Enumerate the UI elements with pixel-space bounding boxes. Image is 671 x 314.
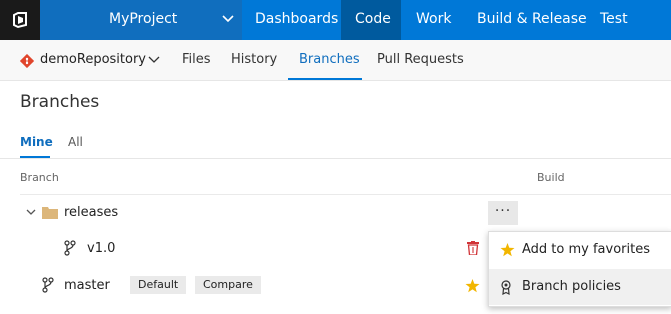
vsts-logo-icon — [13, 12, 27, 29]
divider — [20, 194, 671, 195]
more-actions-button[interactable]: ··· — [488, 201, 518, 225]
tab-branches[interactable]: Branches — [299, 52, 360, 67]
project-selector[interactable]: MyProject — [40, 0, 242, 40]
column-header-branch[interactable]: Branch — [20, 171, 59, 184]
nav-code[interactable]: Code — [355, 11, 391, 27]
default-badge: Default — [130, 276, 187, 294]
nav-work[interactable]: Work — [416, 11, 451, 27]
chevron-down-icon[interactable] — [148, 56, 160, 64]
context-menu: Add to my favorites Branch policies — [488, 231, 671, 307]
nav-test[interactable]: Test — [600, 11, 628, 27]
nav-build-release[interactable]: Build & Release — [477, 11, 587, 27]
menu-item-branch-policies[interactable]: Branch policies — [489, 269, 671, 305]
tab-files[interactable]: Files — [182, 52, 211, 67]
policy-icon — [501, 280, 511, 295]
menu-item-label: Branch policies — [522, 279, 621, 294]
menu-item-label: Add to my favorites — [522, 242, 650, 257]
branch-icon — [64, 240, 76, 256]
column-header-build[interactable]: Build — [537, 171, 565, 184]
pivot-all[interactable]: All — [68, 135, 83, 149]
nav-dashboards[interactable]: Dashboards — [255, 11, 338, 27]
git-repo-icon — [20, 54, 34, 68]
active-tab-indicator — [288, 78, 362, 80]
compare-badge[interactable]: Compare — [195, 276, 261, 294]
branch-name[interactable]: v1.0 — [87, 241, 115, 256]
tab-history[interactable]: History — [231, 52, 277, 67]
chevron-down-icon[interactable] — [26, 209, 36, 217]
code-sub-nav: demoRepository Files History Branches Pu… — [0, 40, 671, 81]
divider — [0, 158, 671, 159]
project-name: MyProject — [109, 11, 178, 27]
branch-icon — [42, 277, 54, 293]
tab-pull-requests[interactable]: Pull Requests — [377, 52, 464, 67]
star-icon[interactable] — [465, 279, 480, 293]
page-title: Branches — [20, 92, 100, 112]
repo-selector[interactable]: demoRepository — [40, 52, 146, 67]
logo-button[interactable] — [0, 0, 40, 40]
active-pivot-indicator — [20, 156, 50, 158]
folder-name[interactable]: releases — [64, 205, 118, 220]
delete-icon[interactable] — [467, 241, 479, 255]
pivot-mine[interactable]: Mine — [20, 135, 53, 149]
chevron-down-icon — [222, 15, 234, 23]
top-nav-bar: MyProject Dashboards Code Work Build & R… — [0, 0, 671, 40]
star-icon — [500, 243, 515, 257]
branch-name[interactable]: master — [64, 278, 110, 293]
menu-item-add-favorites[interactable]: Add to my favorites — [489, 232, 671, 268]
folder-icon — [42, 207, 58, 219]
